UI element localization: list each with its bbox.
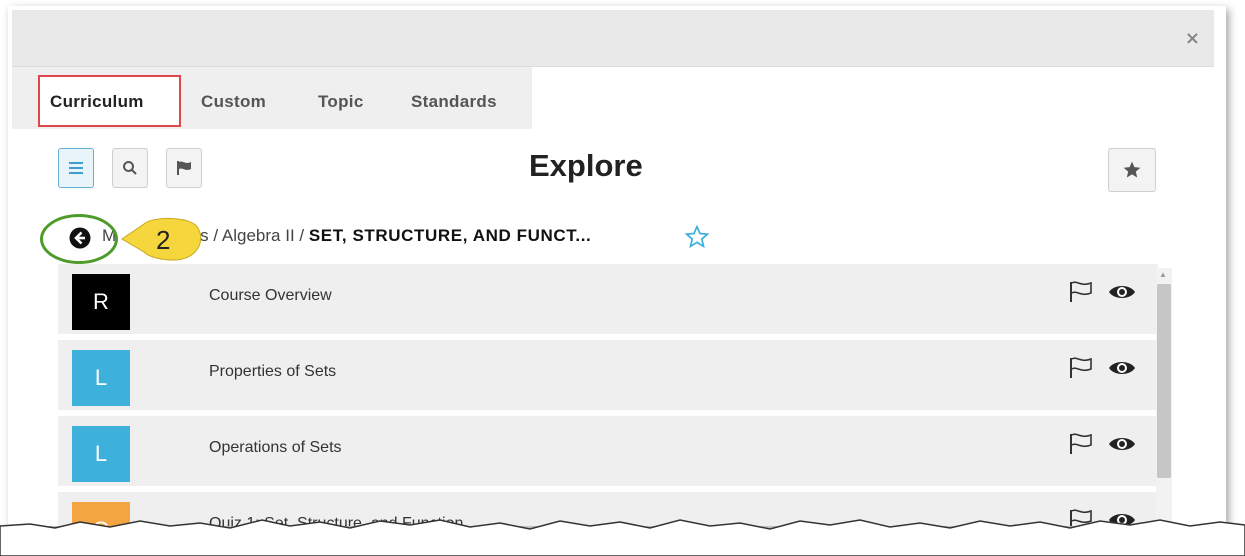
flag-icon	[177, 161, 191, 175]
list-item[interactable]: R Course Overview	[58, 264, 1158, 340]
dialog-titlebar: ×	[12, 10, 1214, 67]
item-type-badge: L	[72, 350, 130, 406]
flag-outline-icon[interactable]	[1068, 432, 1094, 461]
tab-curriculum[interactable]: Curriculum	[50, 92, 144, 112]
scrollbar-thumb[interactable]	[1157, 284, 1171, 478]
flag-outline-icon[interactable]	[1068, 356, 1094, 385]
torn-edge-decoration	[0, 519, 1245, 556]
back-arrow-icon	[69, 227, 91, 249]
tab-topic[interactable]: Topic	[318, 92, 364, 112]
item-title[interactable]: Properties of Sets	[209, 363, 336, 381]
step-callout: 2	[118, 214, 208, 271]
close-icon[interactable]: ×	[1185, 28, 1200, 49]
tab-standards[interactable]: Standards	[411, 92, 497, 112]
star-outline-icon	[684, 224, 710, 249]
breadcrumb-item-course[interactable]: Algebra II	[222, 226, 295, 245]
list-view-button[interactable]	[58, 148, 94, 188]
back-button[interactable]	[69, 227, 91, 249]
favorites-button[interactable]	[1108, 148, 1156, 192]
search-button[interactable]	[112, 148, 148, 188]
item-title[interactable]: Course Overview	[209, 287, 332, 305]
search-icon	[123, 161, 137, 175]
eye-icon[interactable]	[1108, 435, 1136, 458]
breadcrumb-current: SET, STRUCTURE, AND FUNCT...	[308, 226, 592, 245]
item-type-badge: R	[72, 274, 130, 330]
list-icon	[69, 162, 83, 174]
list-item[interactable]: L Operations of Sets	[58, 416, 1158, 492]
star-icon	[1123, 161, 1141, 178]
eye-icon[interactable]	[1108, 359, 1136, 382]
item-title[interactable]: Operations of Sets	[209, 439, 342, 457]
list-item[interactable]: L Properties of Sets	[58, 340, 1158, 416]
callout-number: 2	[156, 225, 171, 255]
item-type-badge: L	[72, 426, 130, 482]
favorite-unit-button[interactable]	[684, 224, 710, 255]
tab-custom[interactable]: Custom	[201, 92, 266, 112]
curriculum-list: R Course Overview L Properties of Sets L…	[58, 264, 1158, 526]
flag-filter-button[interactable]	[166, 148, 202, 188]
page-title: Explore	[529, 148, 643, 183]
scroll-up-arrow-icon[interactable]: ▲	[1159, 270, 1167, 279]
breadcrumb-separator: /	[294, 226, 309, 245]
flag-outline-icon[interactable]	[1068, 280, 1094, 309]
eye-icon[interactable]	[1108, 283, 1136, 306]
